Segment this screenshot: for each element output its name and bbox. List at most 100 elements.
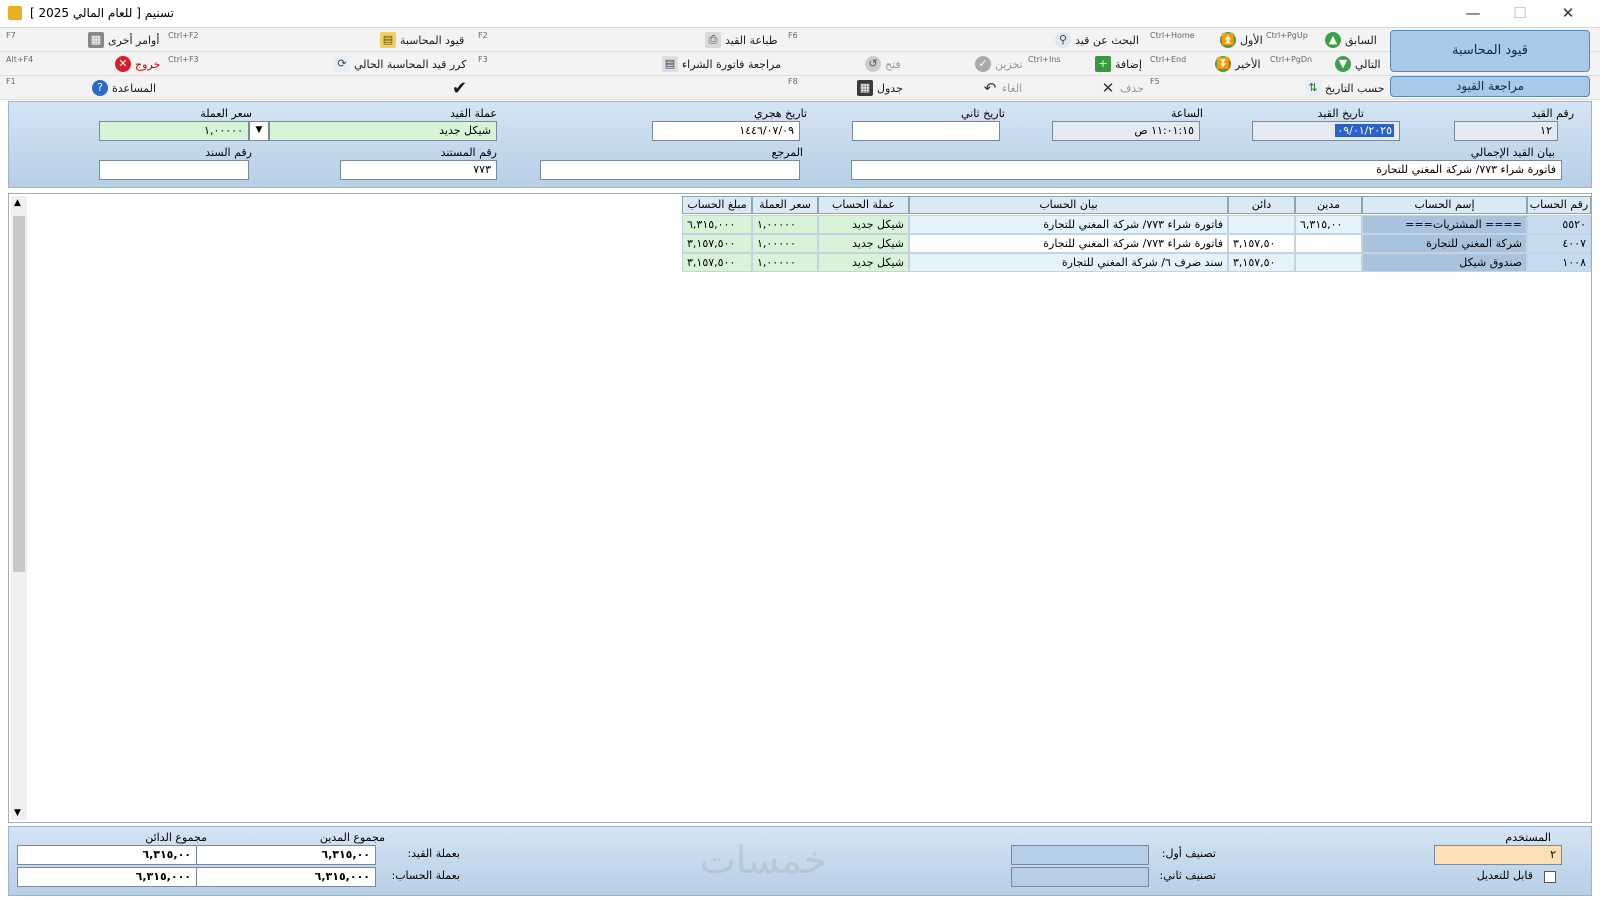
other-commands-label: أوامر أخرى <box>108 33 160 47</box>
cell-debit[interactable]: ٦,٣١٥,٠٠ <box>1295 215 1362 234</box>
cell-credit[interactable] <box>1228 215 1295 234</box>
cell-debit[interactable] <box>1295 253 1362 272</box>
voucher-no-field[interactable] <box>99 160 249 180</box>
currency-rate-field[interactable]: ١,٠٠٠٠٠ <box>99 121 249 141</box>
cell-account-description[interactable]: فاتورة شراء ٧٧٣/ شركة المغني للتجارة <box>909 215 1228 234</box>
editable-checkbox[interactable] <box>1544 871 1556 883</box>
purchase-review-label: مراجعة فاتورة الشراء <box>682 57 781 71</box>
cell-account-no[interactable]: ٥٥٢٠ <box>1527 215 1591 234</box>
second-date-field[interactable] <box>852 121 1000 141</box>
column-header-account-no[interactable]: رقم الحساب <box>1527 196 1591 214</box>
search-entry-button[interactable]: ⚲ البحث عن قيد <box>1055 29 1139 51</box>
by-date-button[interactable]: ⇅ حسب التاريخ <box>1305 77 1384 99</box>
cell-account-amount[interactable]: ٣,١٥٧,٥٠٠ <box>682 253 752 272</box>
debit-total-label: مجموع المدين <box>319 831 385 844</box>
minimize-button[interactable]: — <box>1450 0 1496 28</box>
currency-rate-label: سعر العملة <box>200 107 252 120</box>
cell-currency-rate[interactable]: ١,٠٠٠٠٠ <box>752 253 818 272</box>
last-button[interactable]: ⏬ الأخير <box>1215 53 1261 75</box>
currency-dropdown-button[interactable]: ▼ <box>249 121 269 141</box>
user-field[interactable]: ٢ <box>1434 845 1562 865</box>
accounting-entries-button[interactable]: ▤ قيود المحاسبة <box>380 29 464 51</box>
review-entries-tab[interactable]: مراجعة القيود <box>1390 76 1590 97</box>
purchase-invoice-review-button[interactable]: ▤ مراجعة فاتورة الشراء <box>662 53 781 75</box>
column-header-debit[interactable]: مدين <box>1295 196 1362 214</box>
cell-account-no[interactable]: ٤٠٠٧ <box>1527 234 1591 253</box>
cell-account-name[interactable]: شركة المغني للتجارة <box>1362 234 1527 253</box>
cell-currency-rate[interactable]: ١,٠٠٠٠٠ <box>752 215 818 234</box>
class1-field[interactable] <box>1011 845 1149 865</box>
next-button[interactable]: ▼ التالي <box>1335 53 1381 75</box>
cell-account-amount[interactable]: ٣,١٥٧,٥٠٠ <box>682 234 752 253</box>
class1-label: تصنيف أول: <box>1161 847 1216 860</box>
first-button[interactable]: ⏫ الأول <box>1220 29 1263 51</box>
entry-date-field[interactable]: ٠٩/٠١/٢٠٢٥ <box>1252 121 1400 141</box>
hijri-date-field[interactable]: ١٤٤٦/٠٧/٠٩ <box>652 121 800 141</box>
altf4-shortcut: Alt+F4 <box>6 55 34 64</box>
watermark: خمسات <box>700 838 827 882</box>
accounting-entries-tab[interactable]: قيود المحاسبة <box>1390 30 1590 72</box>
entry-no-field[interactable]: ١٢ <box>1454 121 1558 141</box>
column-header-currency-rate[interactable]: سعر العملة <box>752 196 818 214</box>
cell-credit[interactable]: ٣,١٥٧,٥٠ <box>1228 253 1295 272</box>
reference-field[interactable] <box>540 160 800 180</box>
grid-icon: ▦ <box>857 80 873 96</box>
close-window-button[interactable]: ✕ <box>1545 0 1591 28</box>
confirm-button[interactable]: ✔ <box>452 77 467 99</box>
cell-currency-rate[interactable]: ١,٠٠٠٠٠ <box>752 234 818 253</box>
entry-currency-totals-label: بعملة القيد: <box>407 847 460 860</box>
cell-account-description[interactable]: فاتورة شراء ٧٧٣/ شركة المغني للتجارة <box>909 234 1228 253</box>
cancel-button[interactable]: ↶ الغاء <box>982 77 1023 99</box>
f7-shortcut: F7 <box>6 31 16 40</box>
cell-account-currency[interactable]: شيكل جديد <box>818 215 909 234</box>
delete-button[interactable]: ✕ حذف <box>1100 77 1144 99</box>
cell-account-description[interactable]: سند صرف ٦/ شركة المغني للتجارة <box>909 253 1228 272</box>
window-title: تسنيم [ للعام المالي 2025 ] <box>30 6 175 20</box>
add-button[interactable]: + إضافة <box>1095 53 1142 75</box>
cell-account-currency[interactable]: شيكل جديد <box>818 253 909 272</box>
column-header-account-amount[interactable]: مبلغ الحساب <box>682 196 752 214</box>
previous-button[interactable]: ▲ السابق <box>1325 29 1377 51</box>
invoice-icon: ▤ <box>662 56 678 72</box>
column-header-account-currency[interactable]: عملة الحساب <box>818 196 909 214</box>
description-label: بيان القيد الإجمالي <box>1470 146 1555 159</box>
credit-total-account-currency: ٦,٣١٥,٠٠٠ <box>17 867 197 887</box>
column-header-credit[interactable]: دائن <box>1228 196 1295 214</box>
print-entry-button[interactable]: ⎙ طباعة القيد <box>705 29 777 51</box>
scrollbar-thumb[interactable] <box>13 216 25 572</box>
cell-account-name[interactable]: صندوق شيكل <box>1362 253 1527 272</box>
cell-debit[interactable] <box>1295 234 1362 253</box>
toolbar-row-2: ▼ التالي Ctrl+PgDn ⏬ الأخير Ctrl+End + إضاف… <box>0 52 1600 76</box>
cell-account-currency[interactable]: شيكل جديد <box>818 234 909 253</box>
close-circle-icon: ✕ <box>115 56 131 72</box>
cancel-label: الغاء <box>1002 81 1023 95</box>
other-commands-button[interactable]: ▦ أوامر أخرى <box>88 29 159 51</box>
vertical-scrollbar[interactable]: ▲ ▼ <box>11 196 27 820</box>
help-button[interactable]: ? المساعدة <box>92 77 156 99</box>
store-button[interactable]: ✓ تخزين <box>975 53 1023 75</box>
exit-button[interactable]: ✕ خروج <box>115 53 160 75</box>
time-label: الساعة <box>1170 107 1203 120</box>
class2-field[interactable] <box>1011 867 1149 887</box>
entry-currency-field[interactable]: شيكل جديد <box>269 121 497 141</box>
next-shortcut: Ctrl+PgDn <box>1270 55 1313 64</box>
document-no-field[interactable]: ٧٧٣ <box>340 160 497 180</box>
first-icon: ⏫ <box>1220 32 1236 48</box>
description-field[interactable]: فاتورة شراء ٧٧٣/ شركة المغني للتجارة <box>851 160 1562 180</box>
next-label: التالي <box>1355 57 1381 71</box>
repeat-entry-button[interactable]: ⟳ كرر قيد المحاسبة الحالي <box>334 53 467 75</box>
open-button[interactable]: ↺ فتح <box>865 53 901 75</box>
scroll-down-icon[interactable]: ▼ <box>14 808 21 818</box>
column-header-account-name[interactable]: إسم الحساب <box>1362 196 1527 214</box>
delete-label: حذف <box>1120 81 1144 95</box>
printer-icon: ⎙ <box>705 32 721 48</box>
cell-account-name[interactable]: ==== المشتريات=== <box>1362 215 1527 234</box>
cell-account-amount[interactable]: ٦,٣١٥,٠٠٠ <box>682 215 752 234</box>
cell-account-no[interactable]: ١٠٠٨ <box>1527 253 1591 272</box>
table-button[interactable]: ▦ جدول <box>857 77 903 99</box>
column-header-account-description[interactable]: بيان الحساب <box>909 196 1228 214</box>
maximize-button[interactable]: ☐ <box>1497 0 1543 28</box>
time-field[interactable]: ١١:٠١:١٥ ص <box>1052 121 1200 141</box>
cell-credit[interactable]: ٣,١٥٧,٥٠ <box>1228 234 1295 253</box>
scroll-up-icon[interactable]: ▲ <box>14 198 21 208</box>
